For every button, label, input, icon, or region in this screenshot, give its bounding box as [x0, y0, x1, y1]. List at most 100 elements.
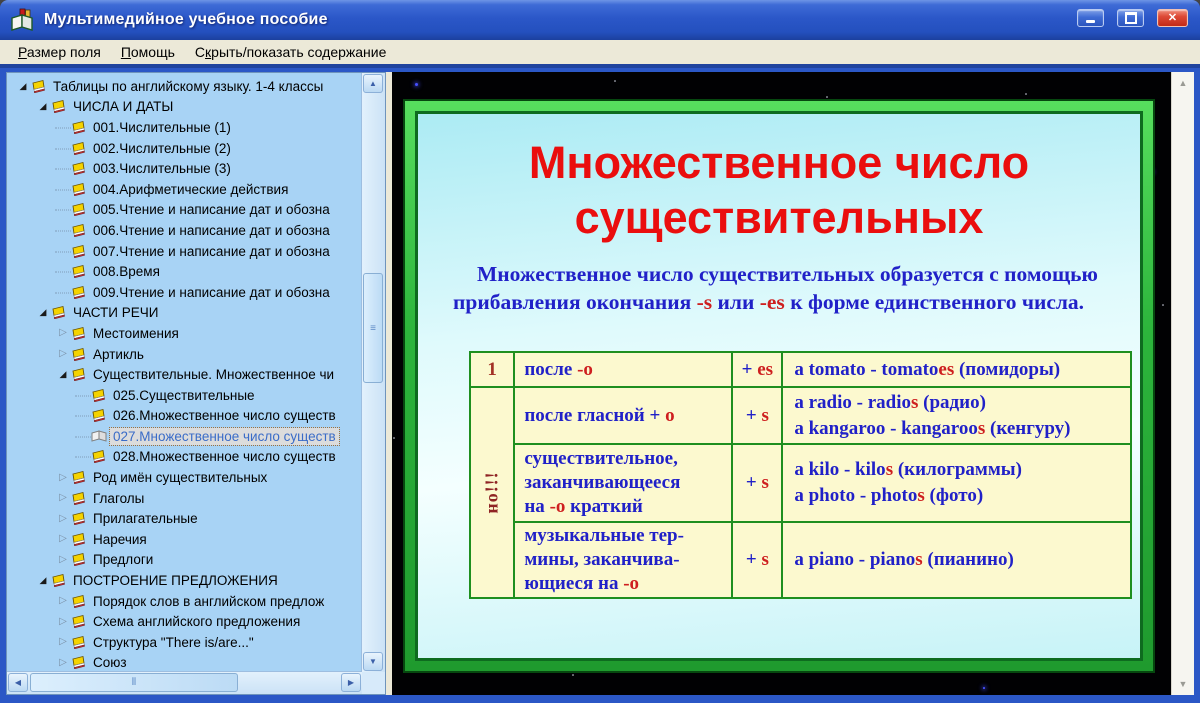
menu-item-1[interactable]: Помощь: [111, 41, 185, 63]
tree-item[interactable]: 025.Существительные: [7, 385, 362, 406]
collapsed-marker-icon[interactable]: ▷: [55, 493, 71, 503]
tree-item[interactable]: ◢ Таблицы по английскому языку. 1-4 класс…: [7, 76, 362, 97]
tree-item[interactable]: ▷ Схема английского предложения: [7, 611, 362, 632]
tree-item[interactable]: ◢ Существительные. Множественное чи: [7, 364, 362, 385]
stage-scrollbar[interactable]: ▲ ▼: [1171, 72, 1194, 695]
tree-item-label[interactable]: 008.Время: [90, 263, 163, 280]
tree-item[interactable]: 002.Числительные (2): [7, 138, 362, 159]
tree-item-label[interactable]: Существительные. Множественное чи: [90, 366, 337, 383]
tree-item-label[interactable]: 005.Чтение и написание дат и обозна: [90, 201, 333, 218]
scroll-down-button[interactable]: ▼: [363, 652, 383, 671]
tree-item[interactable]: ▷ Порядок слов в английском предлож: [7, 591, 362, 612]
tree-item[interactable]: 003.Числительные (3): [7, 158, 362, 179]
stage-scroll-down-icon[interactable]: ▼: [1172, 679, 1194, 689]
tree-item-label[interactable]: Схема английского предложения: [90, 613, 303, 630]
tree-item-label[interactable]: Прилагательные: [90, 510, 201, 527]
collapsed-marker-icon[interactable]: ▷: [55, 616, 71, 627]
tree-item[interactable]: 008.Время: [7, 261, 362, 282]
close-button[interactable]: ✕: [1157, 9, 1188, 27]
book-icon: [72, 265, 85, 279]
tree-item-label[interactable]: Наречия: [90, 531, 150, 548]
scroll-left-button[interactable]: ◀: [8, 673, 28, 692]
text-run: a photo - photo: [794, 485, 918, 506]
tree-connector: [55, 209, 71, 211]
collapsed-marker-icon[interactable]: ▷: [55, 472, 71, 483]
scroll-up-button[interactable]: ▲: [363, 74, 383, 93]
slide-stage: Множественное число существительных Множе…: [392, 72, 1194, 695]
tree-item[interactable]: ▷ Артикль: [7, 344, 362, 365]
tree-item-label[interactable]: Род имён существительных: [90, 469, 270, 486]
book-icon: [71, 470, 88, 485]
tree-item-label[interactable]: 006.Чтение и написание дат и обозна: [90, 222, 333, 239]
tree-item[interactable]: ▷ Род имён существительных: [7, 467, 362, 488]
tree-item-label[interactable]: Порядок слов в английском предлож: [90, 593, 327, 610]
tree-item[interactable]: ▷ Предлоги: [7, 550, 362, 571]
tree-item[interactable]: 028.Множественное число существ: [7, 447, 362, 468]
tree-item[interactable]: ▷ Местоимения: [7, 323, 362, 344]
horizontal-scroll-thumb[interactable]: ⦀: [30, 673, 238, 692]
text-run: a radio - radio: [794, 391, 911, 413]
tree-item-label[interactable]: Глаголы: [90, 490, 147, 507]
tree-item-label[interactable]: Союз: [90, 654, 130, 671]
tree-item[interactable]: 006.Чтение и написание дат и обозна: [7, 220, 362, 241]
tree-item-label[interactable]: 025.Существительные: [110, 387, 258, 404]
collapsed-marker-icon[interactable]: ▷: [55, 637, 71, 647]
tree-horizontal-scrollbar[interactable]: ◀ ⦀ ▶: [7, 671, 362, 694]
tree-item-label[interactable]: ЧИСЛА И ДАТЫ: [70, 98, 176, 115]
collapsed-marker-icon[interactable]: ▷: [55, 349, 71, 359]
tree-item-label[interactable]: 027.Множественное число существ: [109, 426, 340, 446]
tree-item[interactable]: ◢ ПОСТРОЕНИЕ ПРЕДЛОЖЕНИЯ: [7, 570, 362, 591]
tree-item-label[interactable]: 001.Числительные (1): [90, 119, 234, 136]
tree-item-label[interactable]: 003.Числительные (3): [90, 160, 234, 177]
minimize-button[interactable]: [1077, 9, 1104, 27]
tree-item[interactable]: 026.Множественное число существ: [7, 406, 362, 427]
collapsed-marker-icon[interactable]: ▷: [55, 554, 71, 565]
tree-item[interactable]: 027.Множественное число существ: [7, 426, 362, 447]
tree-item-label[interactable]: 028.Множественное число существ: [110, 448, 339, 465]
tree-item[interactable]: 007.Чтение и написание дат и обозна: [7, 241, 362, 262]
tree-item[interactable]: ▷ Структура "There is/are...": [7, 632, 362, 653]
scroll-right-button[interactable]: ▶: [341, 673, 361, 692]
tree-item[interactable]: 001.Числительные (1): [7, 117, 362, 138]
tree-item-label[interactable]: Местоимения: [90, 325, 182, 342]
tree-item[interactable]: ▷ Глаголы: [7, 488, 362, 509]
tree-item[interactable]: 004.Арифметические действия: [7, 179, 362, 200]
tree-item-label[interactable]: 004.Арифметические действия: [90, 181, 291, 198]
tree-item-label[interactable]: 007.Чтение и написание дат и обозна: [90, 243, 333, 260]
expanded-marker-icon[interactable]: ◢: [35, 308, 51, 317]
expanded-marker-icon[interactable]: ◢: [55, 370, 71, 379]
stage-scroll-up-icon[interactable]: ▲: [1172, 78, 1194, 88]
expanded-marker-icon[interactable]: ◢: [35, 102, 51, 111]
tree-item-label[interactable]: Таблицы по английскому языку. 1-4 классы: [50, 78, 326, 95]
tree-item-label[interactable]: Артикль: [90, 346, 147, 363]
collapsed-marker-icon[interactable]: ▷: [55, 328, 71, 338]
tree-item-label[interactable]: 009.Чтение и написание дат и обозна: [90, 284, 333, 301]
tree-vertical-scrollbar[interactable]: ▲ ≡ ▼: [361, 73, 385, 672]
collapsed-marker-icon[interactable]: ▷: [55, 657, 71, 668]
tree-item-label[interactable]: 026.Множественное число существ: [110, 407, 339, 424]
tree-item-label[interactable]: ЧАСТИ РЕЧИ: [70, 304, 161, 321]
tree-item-label[interactable]: ПОСТРОЕНИЕ ПРЕДЛОЖЕНИЯ: [70, 572, 281, 589]
collapsed-marker-icon[interactable]: ▷: [55, 534, 71, 544]
tree-item-label[interactable]: 002.Числительные (2): [90, 140, 234, 157]
tree-item[interactable]: ◢ ЧИСЛА И ДАТЫ: [7, 97, 362, 118]
collapsed-marker-icon[interactable]: ▷: [55, 596, 71, 606]
expanded-marker-icon[interactable]: ◢: [35, 576, 51, 585]
tree-item[interactable]: ▷ Прилагательные: [7, 508, 362, 529]
maximize-button[interactable]: [1117, 9, 1144, 27]
tree-item[interactable]: ▷ Союз: [7, 653, 362, 672]
vertical-scroll-thumb[interactable]: ≡: [363, 273, 383, 383]
tree-item-label[interactable]: Предлоги: [90, 551, 156, 568]
tree-connector: [55, 292, 71, 294]
expanded-marker-icon[interactable]: ◢: [15, 81, 31, 91]
tree-item-label[interactable]: Структура "There is/are...": [90, 634, 257, 651]
tree-item[interactable]: 005.Чтение и написание дат и обозна: [7, 200, 362, 221]
tree-item[interactable]: 009.Чтение и написание дат и обозна: [7, 282, 362, 303]
menu-item-2[interactable]: Скрыть/показать содержание: [185, 41, 396, 63]
text-run: a kilo - kilo: [794, 459, 886, 481]
menu-item-0[interactable]: Размер поля: [8, 41, 111, 63]
text-run: после: [524, 358, 578, 380]
collapsed-marker-icon[interactable]: ▷: [55, 513, 71, 524]
tree-item[interactable]: ▷ Наречия: [7, 529, 362, 550]
tree-item[interactable]: ◢ ЧАСТИ РЕЧИ: [7, 303, 362, 324]
